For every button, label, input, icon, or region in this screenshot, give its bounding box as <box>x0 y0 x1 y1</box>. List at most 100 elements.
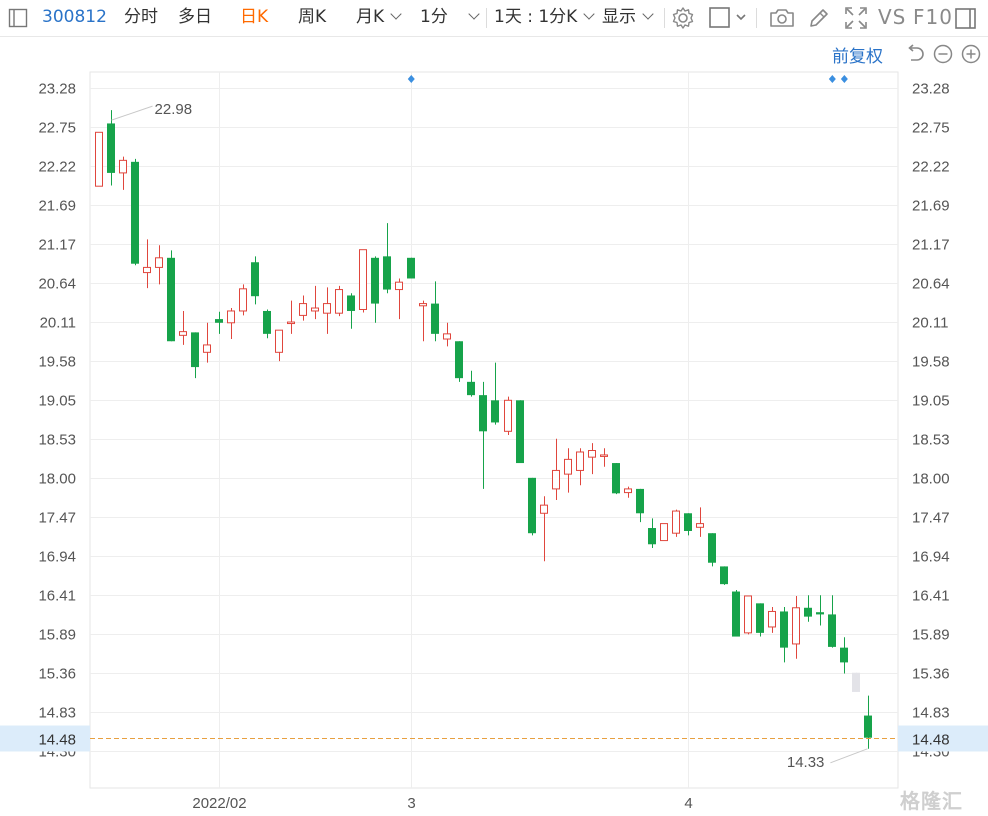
candle-body-down <box>864 715 872 738</box>
candle-body-down <box>107 123 115 173</box>
candle-body-down <box>479 395 487 432</box>
y-tick-label-left: 16.41 <box>38 588 76 605</box>
y-tick-label-right: 20.64 <box>912 276 950 293</box>
y-tick-label-right: 15.36 <box>912 666 950 683</box>
candle-body-up <box>744 595 752 634</box>
candle-body-up <box>540 504 548 514</box>
candle-body-up <box>660 523 668 542</box>
candle-body-up <box>335 289 343 314</box>
candle-body-up <box>299 303 307 316</box>
y-tick-label-right: 17.47 <box>912 510 950 527</box>
max-price-label: 22.98 <box>155 101 193 118</box>
candle-body-down <box>828 614 836 647</box>
candle-body-up <box>443 333 451 340</box>
candle-body-down <box>131 161 139 264</box>
y-tick-label-right: 19.58 <box>912 354 950 371</box>
y-tick-label-left: 17.47 <box>38 510 76 527</box>
y-tick-label-left: 22.22 <box>38 159 76 176</box>
candle-body-up <box>768 610 776 628</box>
candle-body-up <box>143 266 151 274</box>
y-tick-label-left: 15.89 <box>38 627 76 644</box>
candle-body-up <box>504 399 512 432</box>
candle-body-up <box>395 281 403 291</box>
watermark-logo: 格隆汇 <box>900 789 963 813</box>
candle-body-down <box>467 381 475 396</box>
x-tick-label: 4 <box>684 795 692 812</box>
candle-body-up <box>359 249 367 310</box>
candle-body-down <box>852 672 860 692</box>
y-tick-label-left: 16.94 <box>38 549 76 566</box>
event-marker <box>828 75 836 83</box>
candle-body-down <box>371 257 379 304</box>
current-price-label-right: 14.48 <box>912 732 950 749</box>
y-tick-label-left: 23.28 <box>38 81 76 98</box>
candle-body-up <box>792 607 800 645</box>
candle-body-down <box>407 257 415 279</box>
min-leader-line <box>830 748 868 764</box>
y-tick-label-left: 20.11 <box>40 315 76 332</box>
candle-body-up <box>323 303 331 314</box>
candle-body-up <box>600 454 608 457</box>
candle-body-down <box>732 591 740 637</box>
candle-body-up <box>287 321 295 325</box>
y-tick-label-right: 21.17 <box>912 237 950 254</box>
y-tick-label-left: 22.75 <box>38 120 76 137</box>
candlestick-chart[interactable]: 23.28 23.28 22.75 22.75 22.22 22.22 21.69 21.69… <box>0 0 988 816</box>
y-tick-label-right: 22.22 <box>912 159 950 176</box>
y-tick-label-left: 18.53 <box>38 432 76 449</box>
candle-body-down <box>816 612 824 615</box>
y-tick-label-left: 19.05 <box>38 393 76 410</box>
min-price-label: 14.33 <box>787 754 825 771</box>
candle-body-up <box>419 303 427 307</box>
y-tick-label-right: 16.94 <box>912 549 950 566</box>
y-tick-label-right: 22.75 <box>912 120 950 137</box>
candle-body-down <box>191 332 199 368</box>
candle-body-down <box>251 262 259 297</box>
y-tick-label-right: 16.41 <box>912 588 950 605</box>
y-tick-label-right: 19.05 <box>912 393 950 410</box>
candle-body-down <box>528 477 536 534</box>
y-tick-label-left: 21.69 <box>38 198 76 215</box>
plot-area <box>89 71 899 789</box>
candle-body-up <box>624 488 632 494</box>
candle-body-down <box>840 647 848 663</box>
candle-body-down <box>455 341 463 379</box>
current-price-label-left: 14.48 <box>38 732 76 749</box>
candle-body-up <box>696 523 704 528</box>
y-tick-label-right: 18.53 <box>912 432 950 449</box>
candle-body-down <box>491 400 499 423</box>
candle-body-up <box>552 469 560 490</box>
candle-body-up <box>588 450 596 458</box>
y-tick-label-right: 21.69 <box>912 198 950 215</box>
max-leader-line <box>111 105 153 121</box>
y-tick-label-left: 18.00 <box>38 471 76 488</box>
y-tick-label-left: 15.36 <box>38 666 76 683</box>
candle-body-down <box>347 295 355 311</box>
candle-body-down <box>612 463 620 494</box>
candle-body-down <box>756 603 764 633</box>
event-marker <box>407 75 415 83</box>
candle-body-up <box>576 451 584 471</box>
candle-body-up <box>203 344 211 353</box>
y-tick-label-right: 18.00 <box>912 471 950 488</box>
candle-body-up <box>275 329 283 353</box>
y-tick-label-left: 14.83 <box>38 705 76 722</box>
candle-body-up <box>155 257 163 268</box>
candle-body-down <box>708 533 716 563</box>
x-tick-label: 2022/02 <box>192 795 246 812</box>
y-tick-label-left: 19.58 <box>38 354 76 371</box>
y-tick-label-right: 14.83 <box>912 705 950 722</box>
candle-body-down <box>431 303 439 334</box>
candle-body-down <box>215 319 223 323</box>
candle-body-up <box>119 159 127 174</box>
candle-body-up <box>239 288 247 312</box>
candle-body-down <box>648 528 656 545</box>
candle-body-down <box>684 513 692 531</box>
candle-body-down <box>263 310 271 334</box>
y-tick-label-right: 23.28 <box>912 81 950 98</box>
candle-body-down <box>780 611 788 648</box>
y-tick-label-right: 20.11 <box>912 315 948 332</box>
candle-body-up <box>564 458 572 475</box>
candle-body-up <box>311 307 319 312</box>
candle-body-down <box>167 257 175 342</box>
